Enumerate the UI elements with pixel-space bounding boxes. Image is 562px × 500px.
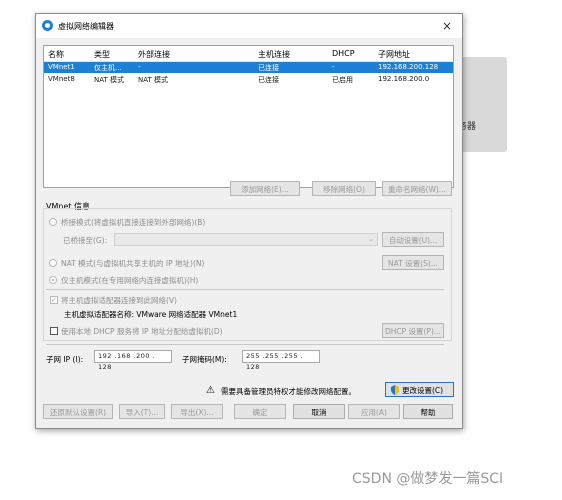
bridged-mode-label: 桥接模式(将虚拟机直接连接到外部网络)(B) <box>61 218 206 227</box>
subnet-mask-label: 子网掩码(M): <box>182 355 227 364</box>
host-only-label: 仅主机模式(在专用网络内连接虚拟机)(H) <box>61 276 199 285</box>
column-header-dhcp[interactable]: DHCP <box>332 49 355 58</box>
help-button[interactable]: 帮助 <box>403 404 453 419</box>
table-cell: 已启用 <box>332 76 353 84</box>
host-only-radio[interactable] <box>49 276 57 284</box>
bridged-mode-radio[interactable] <box>49 218 57 226</box>
virtual-network-editor-dialog: 虚拟网络编辑器 × 名称 类型 外部连接 主机连接 DHCP 子网地址 VMne… <box>35 13 463 429</box>
use-dhcp-label: 使用本地 DHCP 服务将 IP 地址分配给虚拟机(D) <box>61 327 223 336</box>
admin-notice: 需要具备管理员特权才能修改网络配置。 <box>221 387 356 396</box>
divider <box>46 344 444 345</box>
change-settings-label: 更改设置(C) <box>402 386 444 395</box>
table-cell: NAT 模式 <box>94 76 124 84</box>
title-bar: 虚拟网络编辑器 × <box>36 14 462 38</box>
network-editor-icon <box>42 20 53 31</box>
table-cell: 192.168.200.128 <box>378 63 439 71</box>
warning-icon: ⚠ <box>206 385 215 396</box>
close-button[interactable]: × <box>438 17 456 35</box>
rename-network-button[interactable]: 重命名网络(W)... <box>382 181 452 196</box>
export-button[interactable]: 导出(X)... <box>171 404 223 419</box>
adapter-name-label: 主机虚拟适配器名称: VMware 网络适配器 VMnet1 <box>64 310 238 319</box>
use-dhcp-checkbox[interactable] <box>50 327 58 335</box>
table-cell: VMnet1 <box>48 63 75 71</box>
table-row[interactable]: VMnet8 NAT 模式 NAT 模式 已连接 已启用 192.168.200… <box>44 74 453 85</box>
auto-settings-button[interactable]: 自动设置(U)... <box>382 232 444 247</box>
table-row[interactable]: VMnet1 仅主机... - 已连接 - 192.168.200.128 <box>44 62 453 73</box>
table-cell: VMnet8 <box>48 75 75 83</box>
dhcp-settings-button[interactable]: DHCP 设置(P)... <box>382 323 444 338</box>
table-cell: 192.168.200.0 <box>378 75 430 83</box>
subnet-ip-label: 子网 IP (I): <box>46 355 84 364</box>
nat-mode-radio[interactable] <box>49 259 57 267</box>
table-cell: - <box>332 63 335 71</box>
subnet-ip-input[interactable]: 192 .168 .200 . 128 <box>94 350 172 371</box>
table-cell: 仅主机... <box>94 64 122 72</box>
watermark: CSDN @做梦发一篇SCI <box>352 471 504 487</box>
column-header-type[interactable]: 类型 <box>94 49 110 60</box>
column-header-external[interactable]: 外部连接 <box>138 49 170 60</box>
connect-adapter-label: 将主机虚拟适配器连接到此网络(V) <box>61 296 177 305</box>
table-cell: NAT 模式 <box>138 76 168 84</box>
change-settings-button[interactable]: 更改设置(C) <box>385 382 454 397</box>
network-table: 名称 类型 外部连接 主机连接 DHCP 子网地址 VMnet1 仅主机... … <box>43 45 454 188</box>
add-network-button[interactable]: 添加网络(E)... <box>230 181 300 196</box>
window-title: 虚拟网络编辑器 <box>58 22 114 31</box>
divider <box>46 289 444 290</box>
chevron-down-icon: ⌄ <box>368 235 374 243</box>
subnet-mask-input[interactable]: 255 .255 .255 . 128 <box>242 350 320 371</box>
connect-adapter-checkbox[interactable]: ✓ <box>50 296 58 304</box>
nat-settings-button[interactable]: NAT 设置(S)... <box>382 255 444 270</box>
shield-icon <box>391 385 399 395</box>
nat-mode-label: NAT 模式(与虚拟机共享主机的 IP 地址)(N) <box>61 259 205 268</box>
bridged-to-label: 已桥接至(G): <box>63 236 108 245</box>
import-button[interactable]: 导入(T)... <box>119 404 165 419</box>
cancel-button[interactable]: 取消 <box>293 404 345 419</box>
table-cell: - <box>138 63 141 71</box>
remove-network-button[interactable]: 移除网络(O) <box>312 181 376 196</box>
table-cell: 已连接 <box>258 64 279 72</box>
table-cell: 已连接 <box>258 76 279 84</box>
restore-defaults-button[interactable]: 还原默认设置(R) <box>43 404 113 419</box>
column-header-host[interactable]: 主机连接 <box>258 49 290 60</box>
column-header-subnet[interactable]: 子网地址 <box>378 49 410 60</box>
ok-button[interactable]: 确定 <box>234 404 286 419</box>
table-header: 名称 类型 外部连接 主机连接 DHCP 子网地址 <box>44 46 453 62</box>
apply-button[interactable]: 应用(A) <box>348 404 400 419</box>
bridged-to-select[interactable]: ⌄ <box>114 233 378 246</box>
column-header-name[interactable]: 名称 <box>48 49 64 60</box>
